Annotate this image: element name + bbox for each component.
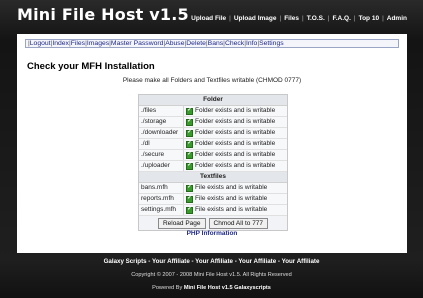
- check-ok-icon: ✓: [186, 140, 193, 148]
- separator: |: [353, 15, 356, 22]
- topnav-tos[interactable]: T.O.S.: [307, 15, 325, 22]
- subnav-index[interactable]: Index: [52, 40, 69, 47]
- button-row: Reload Page Chmod All to 777: [139, 216, 287, 230]
- admin-subnav: | Logout | Index | Files | Images | Master Pa…: [25, 39, 399, 48]
- footer-copyright: Copyright © 2007 - 2008 Mini File Host v…: [131, 272, 292, 278]
- subnav-bans[interactable]: Bans: [208, 40, 224, 47]
- subnav-files[interactable]: Files: [71, 40, 85, 47]
- subnav-check[interactable]: Check: [225, 40, 244, 47]
- footer-powered-by: Powered By Mini File Host v1.5 Galaxyscr…: [0, 285, 423, 291]
- topnav-upload-file[interactable]: Upload File: [191, 15, 226, 22]
- check-ok-icon: ✓: [186, 184, 193, 192]
- textfile-status: File exists and is writable: [195, 206, 268, 213]
- check-table: Folder ./files ✓ Folder exists and is wri…: [138, 94, 288, 231]
- folder-status: Folder exists and is writable: [195, 162, 276, 169]
- check-ok-icon: ✓: [186, 206, 193, 214]
- table-row: ./dl ✓ Folder exists and is writable: [139, 139, 287, 150]
- powered-name[interactable]: Mini File Host v1.5 Galaxyscripts: [184, 285, 271, 291]
- powered-prefix: Powered By: [152, 285, 183, 291]
- footer-links[interactable]: Galaxy Scripts - Your Affiliate - Your A…: [0, 258, 423, 265]
- table-row: ./storage ✓ Folder exists and is writable: [139, 117, 287, 128]
- folder-name: ./files: [139, 106, 184, 116]
- subnav-settings[interactable]: Settings: [259, 40, 284, 47]
- separator: |: [327, 15, 330, 22]
- table-row: settings.mfh ✓ File exists and is writabl…: [139, 205, 287, 216]
- folder-status: Folder exists and is writable: [195, 107, 276, 114]
- folder-status: Folder exists and is writable: [195, 151, 276, 158]
- folder-status: Folder exists and is writable: [195, 118, 276, 125]
- table-row: ./secure ✓ Folder exists and is writable: [139, 150, 287, 161]
- textfile-name: settings.mfh: [139, 205, 184, 215]
- subnav-images[interactable]: Images: [87, 40, 109, 47]
- folder-status: Folder exists and is writable: [195, 129, 276, 136]
- textfile-name: reports.mfh: [139, 194, 184, 204]
- folder-name: ./downloader: [139, 128, 184, 138]
- topnav-top10[interactable]: Top 10: [359, 15, 379, 22]
- subnav-delete[interactable]: Delete: [186, 40, 206, 47]
- subnav-logout[interactable]: Logout: [30, 40, 51, 47]
- top-nav: Upload File | Upload Image | Files | T.O.S.…: [191, 15, 407, 22]
- separator: |: [302, 15, 304, 22]
- chmod-note: Please make all Folders and Textfiles wr…: [122, 77, 302, 84]
- textfile-name: bans.mfh: [139, 183, 184, 193]
- site-title: Mini File Host v1.5: [17, 5, 189, 24]
- folder-name: ./uploader: [139, 161, 184, 171]
- topnav-upload-image[interactable]: Upload Image: [234, 15, 277, 22]
- page-title: Check your MFH Installation: [27, 61, 155, 72]
- folder-name: ./dl: [139, 139, 184, 149]
- check-ok-icon: ✓: [186, 129, 193, 137]
- folder-name: ./storage: [139, 117, 184, 127]
- folder-name: ./secure: [139, 150, 184, 160]
- topnav-admin[interactable]: Admin: [387, 15, 407, 22]
- subnav-info[interactable]: Info: [246, 40, 257, 47]
- chmod-all-button[interactable]: Chmod All to 777: [208, 217, 269, 229]
- reload-page-button[interactable]: Reload Page: [157, 217, 206, 229]
- topnav-files[interactable]: Files: [284, 15, 299, 22]
- content-panel: | Logout | Index | Files | Images | Master Pa…: [17, 34, 407, 253]
- textfile-status: File exists and is writable: [195, 184, 268, 191]
- php-information-link[interactable]: PHP Information: [17, 230, 407, 237]
- table-row: bans.mfh ✓ File exists and is writable: [139, 183, 287, 194]
- check-ok-icon: ✓: [186, 118, 193, 126]
- textfiles-header: Textfiles: [139, 172, 287, 183]
- folder-status: Folder exists and is writable: [195, 140, 276, 147]
- table-row: ./files ✓ Folder exists and is writable: [139, 106, 287, 117]
- table-row: ./uploader ✓ Folder exists and is writabl…: [139, 161, 287, 172]
- textfile-status: File exists and is writable: [195, 195, 268, 202]
- separator: |: [229, 15, 231, 22]
- table-row: ./downloader ✓ Folder exists and is writa…: [139, 128, 287, 139]
- check-ok-icon: ✓: [186, 151, 193, 159]
- check-ok-icon: ✓: [186, 107, 193, 115]
- check-ok-icon: ✓: [186, 162, 193, 170]
- table-row: reports.mfh ✓ File exists and is writable: [139, 194, 287, 205]
- folder-header: Folder: [139, 95, 287, 106]
- separator: |: [279, 15, 282, 22]
- separator: |: [382, 15, 384, 22]
- check-ok-icon: ✓: [186, 195, 193, 203]
- subnav-master-password[interactable]: Master Password: [111, 40, 164, 47]
- subnav-abuse[interactable]: Abuse: [165, 40, 184, 47]
- topnav-faq[interactable]: F.A.Q.: [332, 15, 350, 22]
